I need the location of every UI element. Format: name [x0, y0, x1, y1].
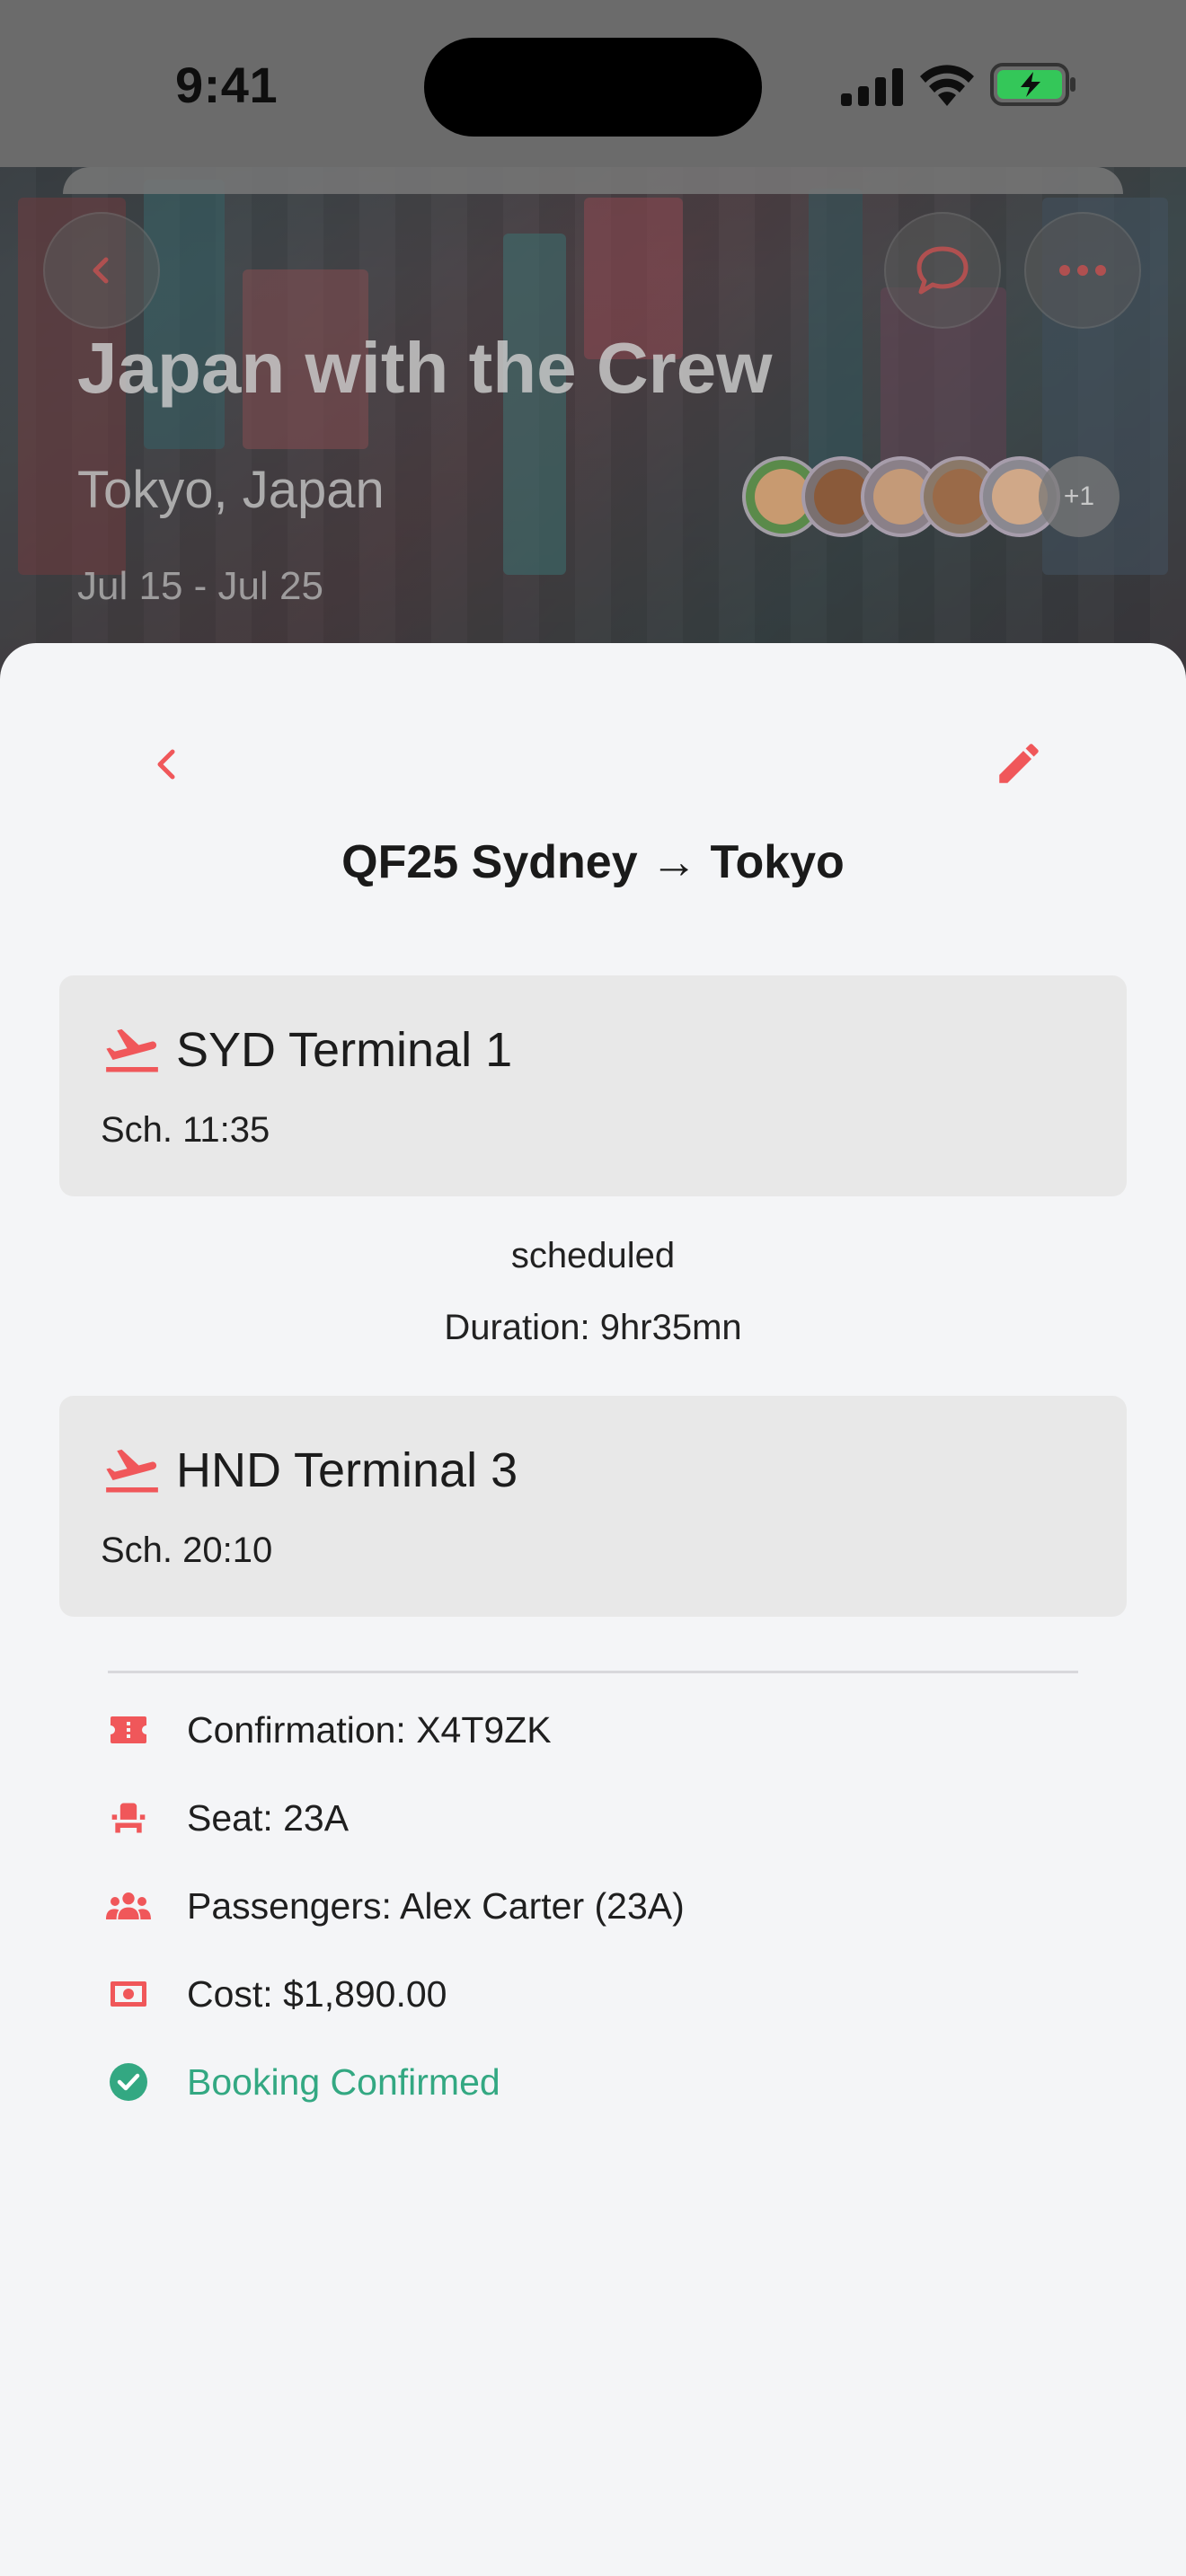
- booking-status: Booking Confirmed: [187, 2060, 500, 2103]
- flight-title: QF25 Sydney → Tokyo: [341, 836, 845, 888]
- chat-bubble-icon: [916, 246, 969, 295]
- status-time: 9:41: [175, 57, 279, 113]
- cost-row: Cost: $1,890.00: [106, 1967, 447, 2021]
- flight-status: scheduled: [510, 1236, 676, 1275]
- cost-amount: Cost: $1,890.00: [187, 1972, 447, 2015]
- pencil-icon: [999, 744, 1039, 783]
- screen: 9:41 Japan with the Crew Tokyo, Japan Ju…: [0, 0, 1186, 2576]
- trip-members[interactable]: +1: [742, 456, 1120, 539]
- trip-location: Tokyo, Japan: [77, 461, 385, 519]
- chevron-left-icon: [93, 257, 109, 284]
- sheet-stack-edge: [63, 167, 1123, 194]
- trip-back-button[interactable]: [43, 212, 160, 329]
- seat-icon: [111, 1803, 146, 1833]
- ellipsis-icon: [1059, 265, 1106, 276]
- banknote-icon: [111, 1981, 146, 2007]
- status-bar: 9:41: [0, 0, 1186, 167]
- edit-button[interactable]: [985, 729, 1053, 798]
- passengers-list: Passengers: Alex Carter (23A): [187, 1884, 685, 1927]
- group-icon: [106, 1892, 151, 1919]
- cellular-signal-icon: [841, 68, 903, 106]
- back-button[interactable]: [135, 733, 198, 796]
- seat-number: Seat: 23A: [187, 1796, 350, 1839]
- departure-time: Sch. 11:35: [101, 1110, 270, 1150]
- divider: [108, 1671, 1078, 1673]
- departure-terminal: SYD Terminal 1: [176, 1023, 513, 1077]
- ticket-icon: [111, 1716, 146, 1743]
- passengers-row: Passengers: Alex Carter (23A): [106, 1879, 685, 1933]
- wifi-icon: [920, 65, 974, 106]
- departure-card: SYD Terminal 1 Sch. 11:35: [59, 975, 1127, 1196]
- flight-takeoff-icon: [106, 1028, 158, 1072]
- trip-chat-button[interactable]: [884, 212, 1001, 329]
- arrival-time: Sch. 20:10: [101, 1531, 273, 1570]
- flight-detail-sheet: QF25 Sydney → Tokyo SYD Terminal 1 Sch. …: [0, 643, 1186, 2576]
- trip-title: Japan with the Crew: [77, 328, 773, 408]
- more-members-badge: +1: [1039, 456, 1120, 537]
- battery-charging-icon: [990, 63, 1075, 106]
- dynamic-island: [424, 38, 762, 137]
- flight-takeoff-icon: [106, 1449, 158, 1493]
- chevron-left-icon: [157, 749, 175, 780]
- trip-dates: Jul 15 - Jul 25: [77, 564, 323, 608]
- check-circle-icon: [110, 2063, 147, 2101]
- seat-row: Seat: 23A: [106, 1791, 349, 1845]
- arrival-card: HND Terminal 3 Sch. 20:10: [59, 1396, 1127, 1617]
- flight-duration: Duration: 9hr35mn: [444, 1308, 742, 1347]
- booking-status-row: Booking Confirmed: [106, 2055, 500, 2109]
- confirmation-code: Confirmation: X4T9ZK: [187, 1708, 552, 1751]
- confirmation-row: Confirmation: X4T9ZK: [106, 1703, 552, 1757]
- trip-more-button[interactable]: [1024, 212, 1141, 329]
- arrival-terminal: HND Terminal 3: [176, 1443, 518, 1497]
